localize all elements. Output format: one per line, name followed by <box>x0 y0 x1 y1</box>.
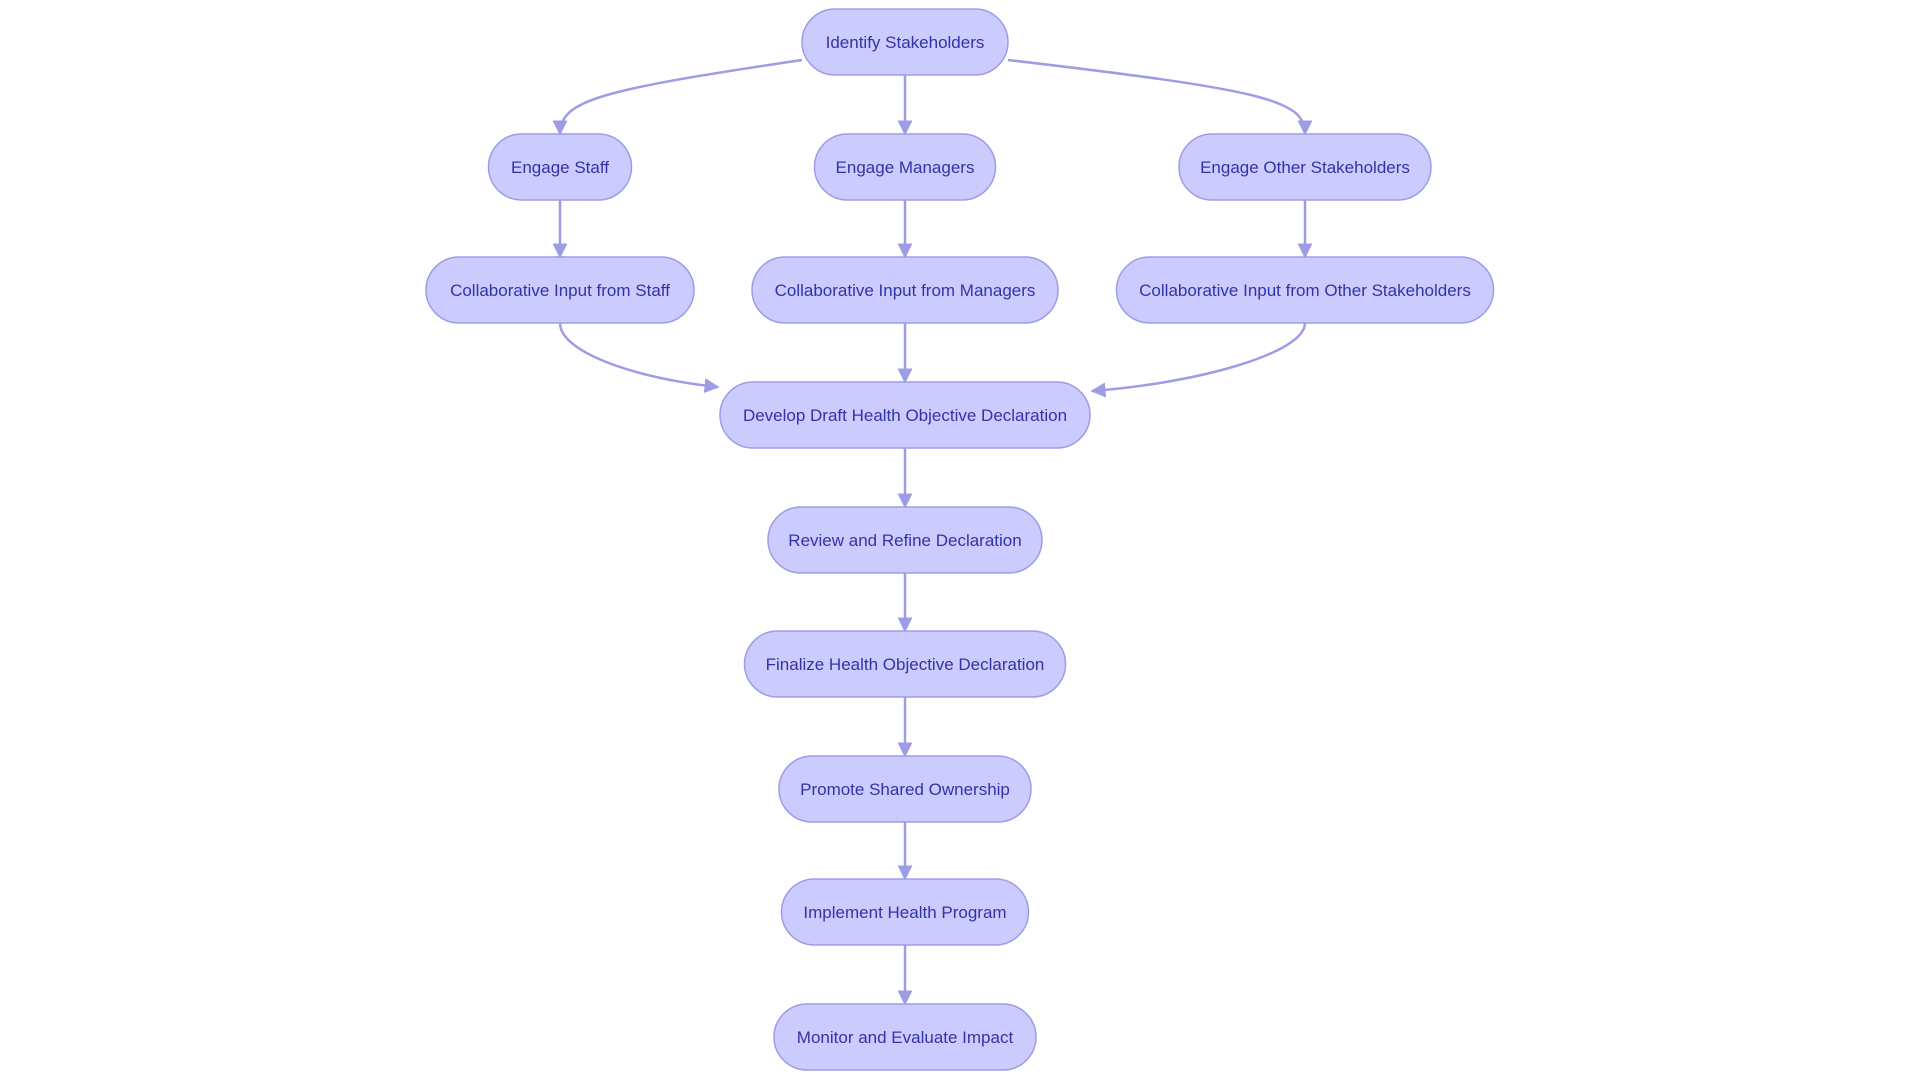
node-label: Collaborative Input from Other Stakehold… <box>1139 281 1471 300</box>
node-label: Finalize Health Objective Declaration <box>766 655 1045 674</box>
edge-in-other-to-draft <box>1090 322 1307 398</box>
node-label: Promote Shared Ownership <box>800 780 1010 799</box>
node-label: Collaborative Input from Managers <box>775 281 1036 300</box>
node-label: Implement Health Program <box>803 903 1006 922</box>
node-other: Engage Other Stakeholders <box>1178 133 1432 201</box>
node-managers: Engage Managers <box>813 133 997 201</box>
edge-in-staff-to-draft <box>558 322 720 394</box>
node-label: Collaborative Input from Staff <box>450 281 670 300</box>
node-in-managers: Collaborative Input from Managers <box>751 256 1059 324</box>
node-promote: Promote Shared Ownership <box>778 755 1032 823</box>
node-draft: Develop Draft Health Objective Declarati… <box>719 381 1091 449</box>
node-identify: Identify Stakeholders <box>801 8 1009 76</box>
node-in-staff: Collaborative Input from Staff <box>425 256 695 324</box>
node-review: Review and Refine Declaration <box>767 506 1043 574</box>
flowchart: Identify Stakeholders Engage Staff Engage … <box>425 8 1495 1071</box>
edge-identify-to-staff <box>552 58 803 136</box>
node-in-other: Collaborative Input from Other Stakehold… <box>1115 256 1495 324</box>
node-label: Monitor and Evaluate Impact <box>797 1028 1014 1047</box>
node-label: Identify Stakeholders <box>826 33 985 52</box>
node-implement: Implement Health Program <box>780 878 1030 946</box>
node-label: Engage Staff <box>511 158 609 177</box>
node-label: Engage Other Stakeholders <box>1200 158 1410 177</box>
node-monitor: Monitor and Evaluate Impact <box>773 1003 1037 1071</box>
node-label: Review and Refine Declaration <box>788 531 1021 550</box>
node-label: Develop Draft Health Objective Declarati… <box>743 406 1067 425</box>
node-label: Engage Managers <box>836 158 975 177</box>
node-staff: Engage Staff <box>487 133 633 201</box>
edge-identify-to-other <box>1007 58 1313 136</box>
node-finalize: Finalize Health Objective Declaration <box>743 630 1067 698</box>
